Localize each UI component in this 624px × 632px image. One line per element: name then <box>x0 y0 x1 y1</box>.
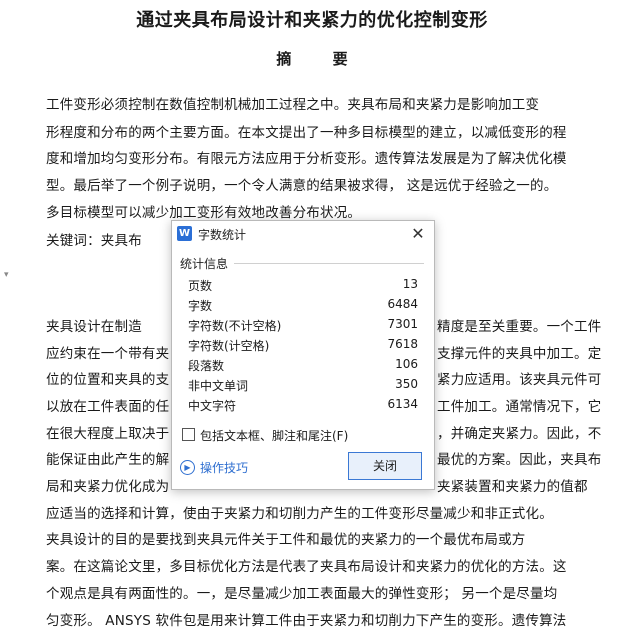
play-icon: ▶ <box>180 460 195 475</box>
stats-section-label: 统计信息 <box>180 257 229 271</box>
body-line-fragment: 紧力应适用。该夹具元件可 <box>437 372 602 388</box>
body-line-fragment: 最优的方案。因此，夹具布 <box>437 452 602 468</box>
stat-row-chinese-chars: 中文字符 6134 <box>188 397 418 415</box>
stat-label: 字数 <box>188 299 213 313</box>
dialog-title: 字数统计 <box>198 228 247 242</box>
abstract-heading: 摘 要 <box>276 50 366 68</box>
body-line: 夹具设计的目的是要找到夹具元件关于工件和最优的夹紧力的一个最优布局或方 <box>46 532 526 548</box>
body-line: 个观点是具有两面性的。一，是尽量减少加工表面最大的弹性变形； 另一个是尽量均 <box>46 586 558 602</box>
document-title: 通过夹具布局设计和夹紧力的优化控制变形 <box>136 10 488 31</box>
body-line: 应适当的选择和计算，使由于夹紧力和切削力产生的工件变形尽量减少和非正式化。 <box>46 506 553 522</box>
stat-value: 350 <box>395 377 418 391</box>
body-line: 多目标模型可以减少加工变形有效地改善分布状况。 <box>46 205 362 221</box>
stat-label: 段落数 <box>188 359 225 373</box>
body-line-fragment: ，并确定夹紧力。因此，不 <box>437 426 602 442</box>
stat-value: 6484 <box>387 297 418 311</box>
body-line: 工件变形必须控制在数值控制机械加工过程之中。夹具布局和夹紧力是影响加工变 <box>46 97 540 113</box>
body-line-fragment: 精度是至关重要。一个工件 <box>437 319 602 335</box>
body-line-fragment: 夹紧装置和夹紧力的值都 <box>437 479 588 495</box>
body-line: 案。在这篇论文里，多目标优化方法是代表了夹具布局设计和夹紧力的优化的方法。这 <box>46 559 567 575</box>
stat-value: 7618 <box>387 337 418 351</box>
stat-value: 106 <box>395 357 418 371</box>
stat-value: 7301 <box>387 317 418 331</box>
wps-writer-icon: W <box>177 226 192 241</box>
stat-row-chars-no-spaces: 字符数(不计空格) 7301 <box>188 317 418 335</box>
margin-marker-icon: ▾ <box>4 270 9 280</box>
body-line: 形程度和分布的两个主要方面。在本文提出了一种多目标模型的建立，以减低变形的程 <box>46 125 567 141</box>
stat-row-words: 字数 6484 <box>188 297 418 315</box>
stat-row-chars-with-spaces: 字符数(计空格) 7618 <box>188 337 418 355</box>
stat-label: 非中文单词 <box>188 379 249 393</box>
body-line: 型。最后举了一个例子说明，一个令人满意的结果被求得， 这是远优于经验之一的。 <box>46 178 558 194</box>
close-icon[interactable]: ✕ <box>408 224 428 244</box>
word-count-dialog: W 字数统计 ✕ 统计信息 页数 13 字数 6484 字符数(不计空格) 73… <box>171 220 435 490</box>
stat-row-non-chinese-words: 非中文单词 350 <box>188 377 418 395</box>
dialog-titlebar[interactable]: W 字数统计 ✕ <box>172 221 434 247</box>
stat-row-pages: 页数 13 <box>188 277 418 295</box>
stat-label: 页数 <box>188 279 213 293</box>
body-line-fragment: 工件加工。通常情况下，它 <box>437 399 602 415</box>
stat-row-paragraphs: 段落数 106 <box>188 357 418 375</box>
stat-value: 13 <box>402 277 418 291</box>
section-divider <box>234 263 424 264</box>
body-line-fragment: 支撑元件的夹具中加工。定 <box>437 346 602 362</box>
close-button[interactable]: 关闭 <box>348 452 422 480</box>
stat-label: 字符数(计空格) <box>188 339 270 353</box>
body-line: 匀变形。 ANSYS 软件包是用来计算工件由于夹紧力和切削力下产生的变形。遗传算… <box>46 613 567 629</box>
include-textboxes-label[interactable]: 包括文本框、脚注和尾注(F) <box>200 427 348 444</box>
stat-label: 中文字符 <box>188 399 237 413</box>
tips-label[interactable]: 操作技巧 <box>200 459 248 476</box>
stat-label: 字符数(不计空格) <box>188 319 282 333</box>
body-line: 度和增加均匀变形分布。有限元方法应用于分析变形。遗传算法发展是为了解决优化模 <box>46 151 567 167</box>
stat-value: 6134 <box>387 397 418 411</box>
include-textboxes-checkbox[interactable] <box>182 428 195 441</box>
